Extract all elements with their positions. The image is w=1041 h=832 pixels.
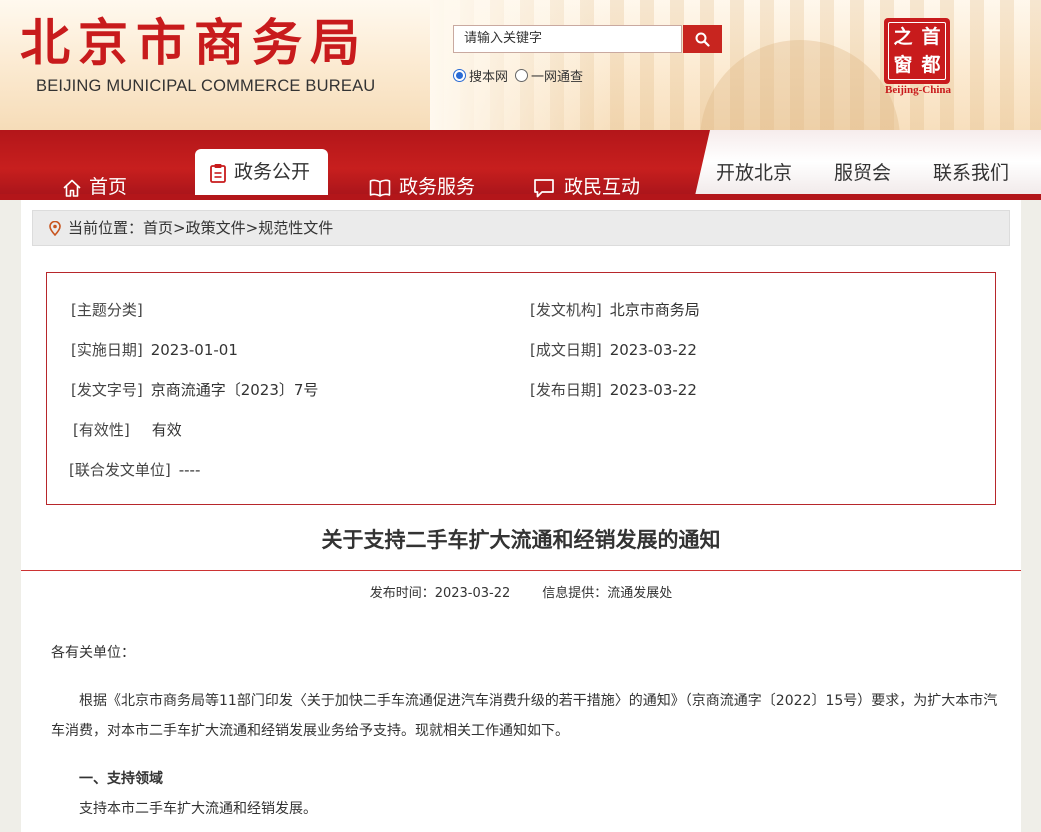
nav-link-open-beijing[interactable]: 开放北京: [716, 158, 792, 185]
capital-logo-glyph: 首: [921, 26, 941, 48]
breadcrumb-prefix: 当前位置：: [68, 219, 144, 237]
article-paragraph-line: 车消费，对本市二手车扩大流通和经销发展业务给予支持。现就相关工作通知如下。: [51, 723, 569, 739]
meta-label: [实施日期]: [71, 341, 143, 359]
scope-option-site[interactable]: 搜本网: [453, 66, 508, 85]
meta-label: [发布日期]: [530, 381, 602, 399]
scope-option-all[interactable]: 一网通查: [515, 66, 583, 85]
meta-label: [联合发文单位]: [69, 461, 171, 479]
meta-label: [发文字号]: [71, 381, 143, 399]
title-divider: [21, 570, 1021, 571]
meta-joint-units: [联合发文单位] ----: [69, 459, 200, 480]
capital-logo-glyph: 之: [893, 26, 913, 48]
meta-value: ----: [178, 461, 201, 479]
meta-value: 有效: [151, 421, 182, 439]
site-logo-en: BEIJING MUNICIPAL COMMERCE BUREAU: [36, 77, 376, 95]
info-source: 信息提供：流通发展处: [542, 586, 673, 601]
nav-item-government-affairs[interactable]: 政务公开: [195, 149, 328, 195]
scope-radio-site[interactable]: [453, 69, 466, 82]
meta-label: [主题分类]: [71, 301, 143, 319]
site-header: 北京市商务局 BEIJING MUNICIPAL COMMERCE BUREAU…: [0, 0, 1041, 130]
main-content: 当前位置：首页>政策文件>规范性文件 [主题分类] [发文机构] 北京市商务局 […: [21, 200, 1021, 832]
meta-effective-date: [实施日期] 2023-01-01: [71, 339, 238, 360]
section-text: 支持本市二手车扩大流通和经销发展。: [79, 801, 317, 817]
chat-icon: [534, 179, 554, 198]
scope-radio-all[interactable]: [515, 69, 528, 82]
capital-window-logo[interactable]: 之 首 窗 都: [884, 18, 950, 84]
meta-written-date: [成文日期] 2023-03-22: [530, 339, 697, 360]
meta-doc-number: [发文字号] 京商流通字〔2023〕7号: [71, 379, 318, 400]
meta-value: 2023-03-22: [609, 341, 697, 359]
meta-validity: [有效性] 有效: [73, 419, 182, 440]
meta-issuer: [发文机构] 北京市商务局: [530, 299, 700, 320]
capital-logo-caption: Beijing-China: [884, 84, 951, 96]
search-button[interactable]: [683, 25, 722, 53]
breadcrumb-link-policy[interactable]: 政策文件: [186, 219, 246, 237]
capital-logo-glyph: 都: [921, 54, 941, 76]
nav-item-label: 政务公开: [234, 161, 311, 183]
section-heading: 一、支持领域: [79, 771, 163, 787]
meta-value: 2023-01-01: [150, 341, 238, 359]
nav-link-contact[interactable]: 联系我们: [933, 158, 1009, 185]
nav-link-ciftis[interactable]: 服贸会: [834, 158, 891, 185]
search-input[interactable]: 请输入关键字: [453, 25, 682, 53]
location-pin-icon: [49, 221, 61, 236]
clipboard-icon: [210, 164, 226, 183]
meta-publish-date: [发布日期] 2023-03-22: [530, 379, 697, 400]
article-pub-info: 发布时间：2023-03-22 信息提供：流通发展处: [21, 582, 1021, 601]
meta-value: 京商流通字〔2023〕7号: [150, 381, 319, 399]
meta-value: 2023-03-22: [609, 381, 697, 399]
publish-time: 发布时间：2023-03-22: [369, 586, 511, 601]
book-icon: [369, 179, 391, 197]
nav-item-label: 政民互动: [564, 176, 641, 198]
main-nav: 首页 政务公开 政务服务 政民互动 开放北京 服贸会 联系我们: [0, 130, 1041, 200]
meta-value: 北京市商务局: [609, 301, 700, 319]
breadcrumb: 当前位置：首页>政策文件>规范性文件: [32, 210, 1010, 246]
meta-label: [成文日期]: [530, 341, 602, 359]
capital-logo-glyph: 窗: [893, 54, 913, 76]
nav-item-label: 政务服务: [399, 176, 476, 198]
article-title: 关于支持二手车扩大流通和经销发展的通知: [321, 528, 721, 552]
breadcrumb-trail: 当前位置：首页>政策文件>规范性文件: [68, 211, 333, 245]
breadcrumb-separator: >: [173, 219, 186, 237]
site-logo-cn[interactable]: 北京市商务局: [20, 14, 368, 72]
meta-topic: [主题分类]: [71, 299, 151, 320]
article-paragraph-line: 根据《北京市商务局等11部门印发〈关于加快二手车流通促进汽车消费升级的若干措施〉…: [79, 693, 998, 709]
meta-label: [发文机构]: [530, 301, 602, 319]
home-icon: [63, 179, 81, 197]
breadcrumb-separator: >: [245, 219, 259, 237]
meta-label: [有效性]: [73, 421, 130, 439]
scope-label-all: 一网通查: [531, 70, 584, 85]
nav-item-label: 首页: [89, 176, 128, 198]
document-meta-box: [主题分类] [发文机构] 北京市商务局 [实施日期] 2023-01-01 [成文…: [46, 272, 996, 505]
breadcrumb-link-normative[interactable]: 规范性文件: [258, 219, 333, 237]
article-salutation: 各有关单位：: [51, 645, 135, 661]
search-icon: [695, 32, 710, 47]
breadcrumb-link-home[interactable]: 首页: [143, 219, 173, 237]
scope-label-site: 搜本网: [469, 70, 509, 85]
